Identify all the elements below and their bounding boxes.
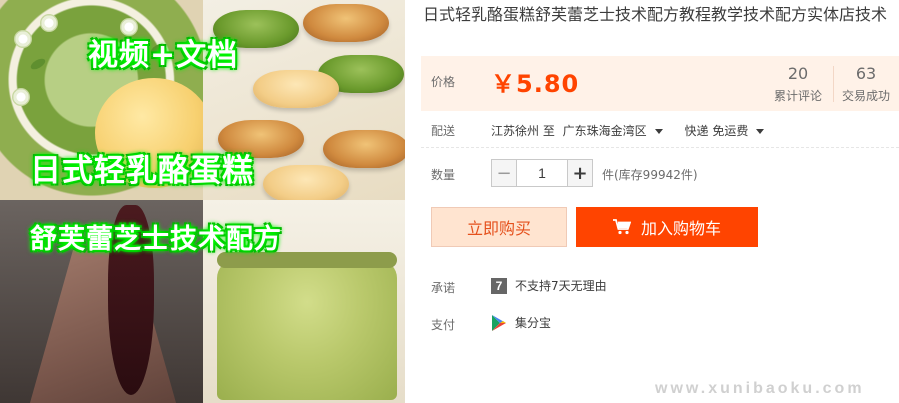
watermark: www.xunibaoku.com — [655, 380, 865, 397]
payment-label: 支付 — [431, 318, 456, 332]
quantity-decrease-button[interactable]: − — [492, 160, 517, 186]
cream-rose — [14, 30, 32, 48]
quantity-label: 数量 — [431, 168, 456, 182]
image-banner-souffle: 舒芙蕾芝士技术配方 — [30, 224, 282, 255]
reviews-stat[interactable]: 20 累计评论 — [763, 64, 833, 104]
madeleine — [303, 4, 389, 42]
madeleine — [253, 70, 339, 108]
add-to-cart-label: 加入购物车 — [640, 219, 721, 238]
quantity-increase-button[interactable]: + — [567, 160, 592, 186]
shipping-method-select[interactable]: 快递 免运费 — [685, 124, 779, 138]
image-banner-cheesecake: 日式轻乳酪蛋糕 — [30, 153, 254, 189]
price-value: ￥5.80 — [491, 70, 580, 98]
reviews-label: 累计评论 — [773, 89, 822, 103]
price-label: 价格 — [431, 75, 456, 89]
seven-day-icon: 7 — [491, 277, 507, 294]
sales-label: 交易成功 — [841, 89, 890, 103]
jifenbao-icon — [492, 314, 506, 331]
cream-rose — [12, 88, 30, 106]
chocolate-cake-slice — [28, 250, 178, 403]
leaf-decoration — [29, 56, 47, 72]
divider — [421, 147, 899, 148]
payment-text: 集分宝 — [515, 316, 552, 330]
quantity-input[interactable] — [517, 160, 567, 186]
image-banner-video-doc: 视频+文档 — [88, 38, 239, 73]
promise-text: 不支持7天无理由 — [515, 279, 607, 293]
product-title: 日式轻乳酪蛋糕舒芙蕾芝士技术配方教程教学技术配方实体店技术 — [423, 5, 888, 24]
shipping-row: 江苏徐州 至 广东珠海金湾区 快递 免运费 — [491, 122, 782, 139]
matcha-sponge-slice — [217, 260, 397, 400]
promise-row: 7 不支持7天无理由 — [491, 277, 607, 294]
promise-label: 承诺 — [431, 281, 456, 295]
chevron-down-icon — [756, 129, 765, 134]
shipping-destination-select[interactable]: 广东珠海金湾区 — [563, 124, 677, 138]
product-image[interactable]: 视频+文档 日式轻乳酪蛋糕 舒芙蕾芝士技术配方 — [0, 0, 405, 403]
sales-count: 63 — [855, 64, 877, 83]
stock-info: 件(库存99942件) — [602, 168, 698, 182]
buy-now-button[interactable]: 立即购买 — [431, 207, 567, 247]
shipping-method: 快递 免运费 — [684, 124, 749, 138]
chevron-down-icon — [654, 129, 663, 134]
shipping-label: 配送 — [431, 124, 456, 138]
madeleine — [263, 165, 349, 200]
price-panel: 价格 ￥5.80 20 累计评论 63 交易成功 — [421, 56, 899, 111]
sales-stat: 63 交易成功 — [831, 64, 899, 104]
reviews-count: 20 — [787, 64, 809, 83]
cream-rose — [40, 14, 58, 32]
madeleine — [323, 130, 405, 168]
quantity-stepper: − + — [491, 159, 593, 187]
shipping-destination: 广东珠海金湾区 — [562, 124, 647, 138]
shipping-origin: 江苏徐州 至 — [491, 124, 555, 138]
payment-row: 集分宝 — [491, 314, 551, 331]
cart-icon — [612, 219, 631, 235]
add-to-cart-button[interactable]: 加入购物车 — [576, 207, 758, 247]
